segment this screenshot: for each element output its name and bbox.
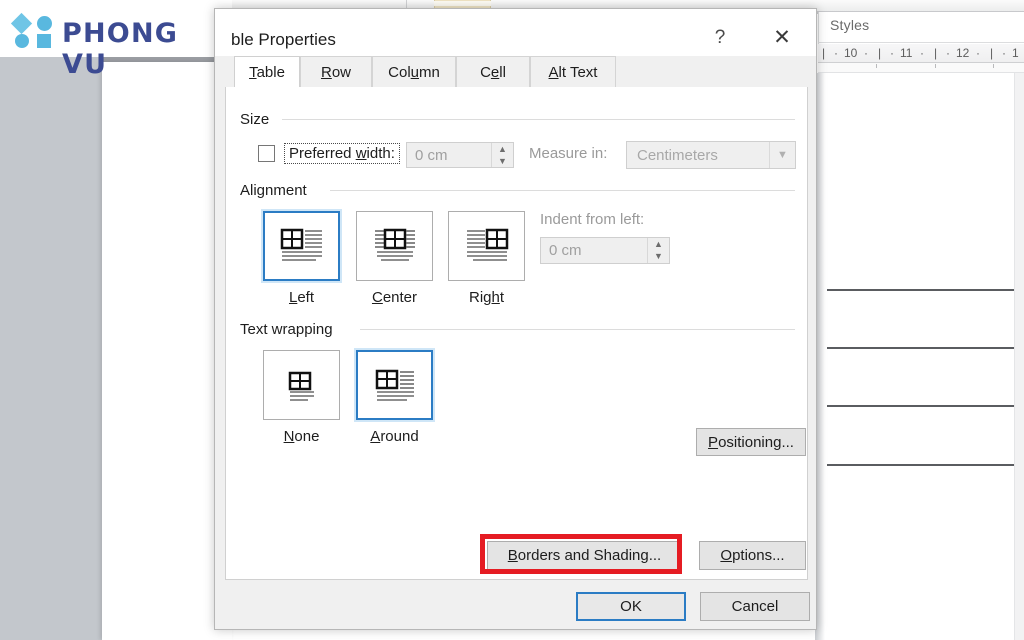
document-page-left (102, 62, 232, 640)
tab-table[interactable]: Table (234, 56, 300, 87)
ruler-labels: | · 10 · | · 11 · | · 12 · | · 1 (822, 46, 1019, 60)
align-right-icon (466, 228, 508, 261)
spin-up-icon[interactable]: ▲ (492, 143, 513, 155)
preferred-width-accel: w (355, 145, 367, 162)
options-button[interactable]: Options... (699, 541, 806, 570)
indent-from-left-label: Indent from left: (540, 211, 645, 228)
tab-column[interactable]: Column (372, 56, 456, 87)
indent-spin-buttons[interactable]: ▲ ▼ (647, 238, 669, 263)
tab-table-label-rest: able (256, 63, 285, 81)
preferred-width-checkbox[interactable] (258, 145, 275, 162)
alignment-option-left-label: Left (288, 289, 315, 306)
align-center-icon (374, 228, 415, 261)
square-icon (37, 34, 51, 48)
positioning-accel: P (708, 433, 719, 451)
spin-down-icon[interactable]: ▼ (648, 251, 669, 264)
alignment-option-center[interactable] (356, 211, 433, 281)
size-group-label: Size (240, 111, 276, 128)
preferred-width-stepper[interactable]: 0 cm ▲ ▼ (406, 142, 514, 168)
wrapping-none-accel: N (283, 428, 295, 445)
alignment-option-right-label: Right (468, 289, 505, 306)
dialog-body: Size Preferred width: 0 cm ▲ ▼ Measure i… (225, 87, 808, 580)
document-page-right (815, 73, 1024, 640)
ruler-minor-tick (935, 64, 936, 68)
alignment-option-right[interactable] (448, 211, 525, 281)
chevron-down-icon[interactable]: ▼ (769, 142, 795, 168)
alignment-center-accel: C (371, 289, 383, 306)
tab-column-accel: u (410, 63, 419, 81)
ruler-tick-12: 12 (956, 46, 970, 60)
tab-table-accel: T (249, 63, 257, 81)
measure-in-select[interactable]: Centimeters ▼ (626, 141, 796, 169)
horizontal-ruler[interactable]: | · 10 · | · 11 · | · 12 · | · 1 (818, 44, 1024, 63)
indent-from-left-value: 0 cm (549, 242, 582, 259)
alignment-option-left[interactable] (263, 211, 340, 281)
measure-in-value: Centimeters (637, 146, 718, 164)
help-icon[interactable]: ? (702, 23, 738, 53)
ruler-tick-10: 10 (844, 46, 858, 60)
circle-icon (15, 34, 29, 48)
options-accel: O (720, 547, 733, 564)
spin-down-icon[interactable]: ▼ (492, 155, 513, 167)
indent-from-left-stepper[interactable]: 0 cm ▲ ▼ (540, 237, 670, 264)
ok-button-label: OK (620, 598, 642, 615)
tab-cell-accel: e (490, 63, 500, 81)
close-icon[interactable]: ✕ (762, 23, 802, 53)
screenshot-root: Styles | · 10 · | · 11 · | · 12 · | · 1 (0, 0, 1024, 640)
tab-alt-text[interactable]: Alt Text (530, 56, 616, 87)
dialog-tabs: Table Row Column Cell Alt Text (215, 56, 816, 87)
alignment-option-center-label: Center (371, 289, 418, 306)
positioning-button[interactable]: Positioning... (696, 428, 806, 456)
styles-pane-label: Styles (830, 17, 870, 33)
wrapping-option-none-label: None (283, 428, 320, 445)
wrap-none-icon (288, 371, 314, 401)
cancel-button[interactable]: Cancel (700, 592, 810, 621)
spin-up-icon[interactable]: ▲ (648, 238, 669, 251)
text-wrapping-group-label: Text wrapping (240, 321, 339, 338)
phongvu-logo: PHONG VU (0, 0, 232, 80)
ruler-minor-tick (993, 64, 994, 68)
preferred-width-value: 0 cm (415, 146, 448, 164)
alignment-group-rule (330, 190, 795, 191)
style-gallery-chip-inner (434, 1, 491, 6)
wrapping-option-around-label: Around (370, 428, 419, 445)
table-row-border (827, 289, 1024, 291)
wrapping-option-none[interactable] (263, 350, 340, 420)
borders-and-shading-button[interactable]: Borders and Shading... (487, 541, 682, 570)
cancel-button-label: Cancel (731, 598, 779, 615)
tab-cell[interactable]: Cell (456, 56, 530, 87)
tab-row[interactable]: Row (300, 56, 372, 87)
borders-and-shading-accel: B (507, 547, 518, 564)
alignment-right-accel: h (491, 289, 500, 306)
circle-icon (37, 16, 52, 31)
styles-pane-rule (818, 42, 1024, 43)
ruler-minor-tick (876, 64, 877, 68)
wrap-around-icon (375, 369, 414, 401)
table-row-border (827, 464, 1024, 466)
logo-wordmark: PHONG VU (62, 18, 179, 80)
vertical-scrollbar[interactable] (1014, 73, 1024, 640)
table-row-border (827, 405, 1024, 407)
wrapping-around-accel: A (370, 428, 381, 445)
measure-in-label: Measure in: (529, 145, 608, 162)
wrapping-option-around[interactable] (356, 350, 433, 420)
align-left-icon (280, 228, 322, 261)
table-row-border (827, 347, 1024, 349)
tab-alt-text-accel: A (548, 63, 559, 81)
diamond-icon (10, 12, 33, 35)
preferred-width-label: Preferred width: (284, 143, 400, 164)
dialog-title: ble Properties (231, 30, 336, 49)
tab-row-accel: R (320, 63, 332, 81)
preferred-width-spin-buttons[interactable]: ▲ ▼ (491, 143, 513, 167)
table-properties-dialog: ble Properties ? ✕ Table Row Column Cell… (214, 8, 817, 630)
logo-mark (10, 12, 58, 48)
text-wrapping-group-rule (360, 329, 795, 330)
size-group-rule (282, 119, 795, 120)
ruler-tick-11: 11 (900, 46, 913, 60)
alignment-group-label: Alignment (240, 182, 313, 199)
ok-button[interactable]: OK (576, 592, 686, 621)
